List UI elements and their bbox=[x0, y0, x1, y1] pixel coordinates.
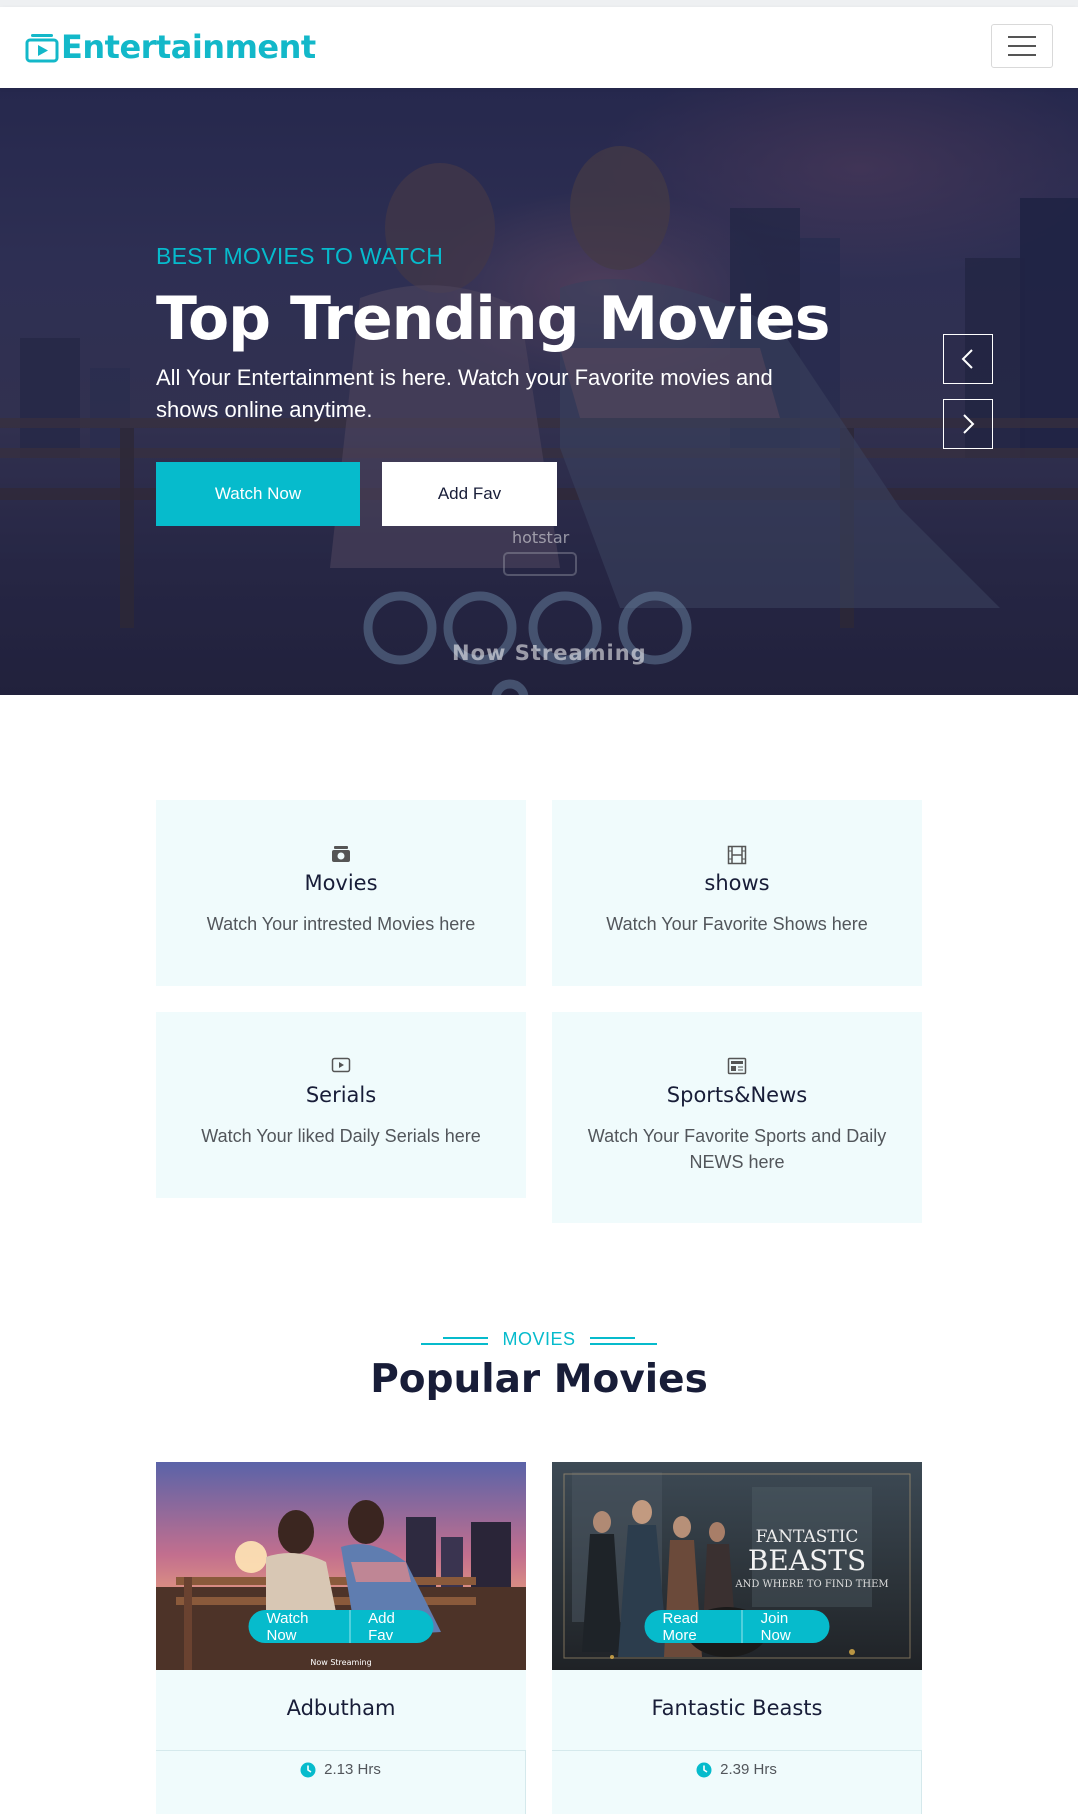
poster-caption: Now Streaming bbox=[310, 1658, 371, 1667]
section-kicker: MOVIES bbox=[0, 1329, 1078, 1350]
navbar: Entertainment bbox=[0, 7, 1078, 88]
poster-title-text: BEASTS bbox=[748, 1544, 866, 1577]
add-fav-button[interactable]: Add Fav bbox=[349, 1610, 433, 1643]
movie-meta: 2.13 Hrs bbox=[156, 1750, 526, 1814]
hamburger-menu-icon bbox=[1008, 36, 1036, 38]
hero-buttons: Watch Now Add Fav bbox=[156, 462, 806, 526]
film-icon bbox=[727, 845, 747, 865]
section-title: Popular Movies bbox=[370, 1357, 708, 1402]
camera-video-icon bbox=[332, 846, 350, 862]
service-title: Sports&News bbox=[666, 1083, 808, 1107]
service-card-movies[interactable]: Movies Watch Your intrested Movies here bbox=[156, 800, 526, 986]
clock-icon bbox=[696, 1762, 712, 1778]
section-kicker-label: MOVIES bbox=[502, 1329, 576, 1349]
tv-play-icon bbox=[25, 31, 59, 63]
service-text: Watch Your intrested Movies here bbox=[206, 914, 476, 934]
decorative-line bbox=[589, 1334, 657, 1346]
hero-carousel: hotstar Now Streaming BEST MOVIES TO WAT… bbox=[0, 88, 1078, 695]
chevron-right-icon bbox=[963, 414, 975, 434]
service-card-shows[interactable]: shows Watch Your Favorite Shows here bbox=[552, 800, 922, 986]
movie-card: Now Streaming Watch Now Add Fav Adbutham… bbox=[156, 1462, 526, 1814]
play-btn-icon bbox=[331, 1057, 351, 1073]
movie-meta: 2.39 Hrs bbox=[552, 1750, 922, 1814]
newspaper-icon bbox=[727, 1057, 747, 1075]
read-more-button[interactable]: Read More bbox=[645, 1610, 742, 1643]
brand-name: Entertainment bbox=[61, 28, 316, 66]
hero-kicker: BEST MOVIES TO WATCH bbox=[156, 243, 444, 269]
hero-description: All Your Entertainment is here. Watch yo… bbox=[156, 365, 773, 422]
carousel-next-button[interactable] bbox=[943, 399, 993, 449]
movie-action-pill: Read More Join Now bbox=[644, 1610, 830, 1643]
menu-toggle-button[interactable] bbox=[991, 24, 1053, 68]
browser-top-strip bbox=[0, 0, 1078, 7]
service-card-serials[interactable]: Serials Watch Your liked Daily Serials h… bbox=[156, 1012, 526, 1198]
movie-poster: FANTASTIC BEASTS AND WHERE TO FIND THEM … bbox=[552, 1462, 922, 1670]
movie-action-pill: Watch Now Add Fav bbox=[248, 1610, 434, 1643]
service-title: shows bbox=[704, 871, 770, 895]
now-streaming-text: Now Streaming bbox=[452, 641, 647, 665]
add-fav-button[interactable]: Add Fav bbox=[382, 462, 557, 526]
join-now-button[interactable]: Join Now bbox=[741, 1610, 830, 1643]
service-card-sports-news[interactable]: Sports&News Watch Your Favorite Sports a… bbox=[552, 1012, 922, 1223]
service-text: Watch Your Favorite Shows here bbox=[606, 914, 868, 934]
chevron-left-icon bbox=[961, 349, 973, 369]
hero-caption: BEST MOVIES TO WATCH Top Trending Movies… bbox=[156, 243, 830, 526]
clock-icon bbox=[300, 1762, 316, 1778]
watch-now-button[interactable]: Watch Now bbox=[249, 1610, 350, 1643]
brand-link[interactable]: Entertainment bbox=[25, 25, 316, 69]
movie-title[interactable]: Adbutham bbox=[156, 1696, 526, 1720]
movie-card: FANTASTIC BEASTS AND WHERE TO FIND THEM … bbox=[552, 1462, 922, 1814]
hotstar-logo: hotstar bbox=[512, 528, 570, 547]
service-title: Movies bbox=[304, 871, 378, 895]
movie-duration: 2.13 Hrs bbox=[324, 1761, 381, 1778]
watch-now-button[interactable]: Watch Now bbox=[156, 462, 360, 526]
hero-title: Top Trending Movies bbox=[156, 284, 830, 354]
service-text: Watch Your Favorite Sports and Daily NEW… bbox=[587, 1126, 887, 1172]
decorative-line bbox=[421, 1334, 489, 1346]
movie-poster: Now Streaming Watch Now Add Fav bbox=[156, 1462, 526, 1670]
movie-duration: 2.39 Hrs bbox=[720, 1761, 777, 1778]
carousel-prev-button[interactable] bbox=[943, 334, 993, 384]
service-title: Serials bbox=[305, 1083, 377, 1107]
poster-subtitle-text: AND WHERE TO FIND THEM bbox=[734, 1579, 888, 1590]
service-text: Watch Your liked Daily Serials here bbox=[201, 1126, 481, 1146]
movie-title[interactable]: Fantastic Beasts bbox=[552, 1696, 922, 1720]
